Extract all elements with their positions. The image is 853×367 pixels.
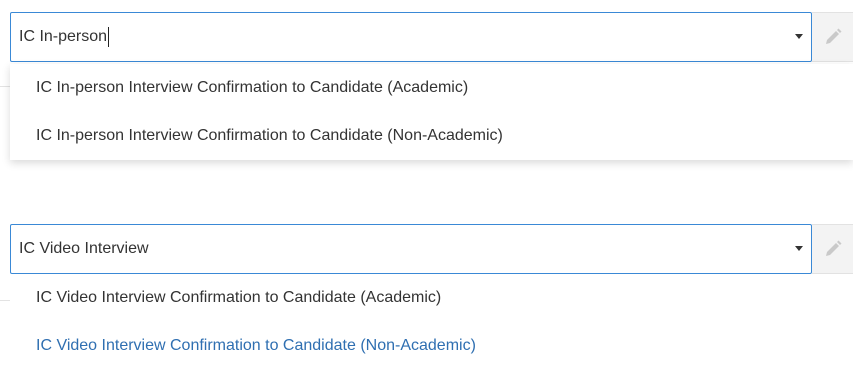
template-option-highlighted[interactable]: IC Video Interview Confirmation to Candi…	[10, 322, 853, 367]
template-combobox-1[interactable]: IC In-person	[10, 12, 812, 62]
template-option[interactable]: IC In-person Interview Confirmation to C…	[10, 112, 853, 160]
edit-template-button-2[interactable]	[812, 224, 853, 274]
chevron-down-icon[interactable]	[795, 246, 803, 251]
template-option[interactable]: IC Video Interview Confirmation to Candi…	[10, 274, 853, 322]
template-options-menu-2: IC Video Interview Confirmation to Candi…	[10, 274, 853, 367]
email-template-selectors: IC In-person IC In-person Interview Conf…	[0, 0, 853, 367]
template-search-value-2: IC Video Interview	[19, 240, 149, 257]
template-options-menu-1: IC In-person Interview Confirmation to C…	[10, 64, 853, 160]
template-search-input-1[interactable]: IC In-person	[19, 13, 769, 61]
pencil-icon	[825, 28, 841, 44]
pencil-icon	[825, 240, 841, 256]
divider	[0, 300, 10, 301]
edit-template-button-1[interactable]	[812, 12, 853, 62]
text-cursor	[108, 27, 110, 47]
template-search-value-1: IC In-person	[19, 28, 108, 45]
template-combobox-2[interactable]: IC Video Interview	[10, 224, 812, 274]
chevron-down-icon[interactable]	[795, 34, 803, 39]
template-search-input-2[interactable]: IC Video Interview	[19, 225, 769, 273]
template-option[interactable]: IC In-person Interview Confirmation to C…	[10, 64, 853, 112]
divider	[0, 86, 10, 87]
